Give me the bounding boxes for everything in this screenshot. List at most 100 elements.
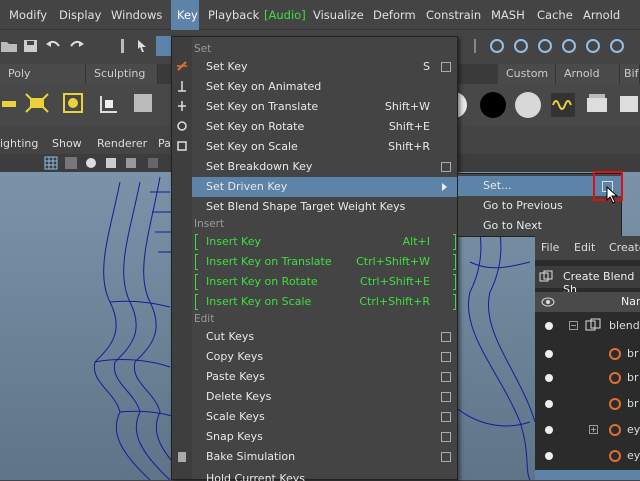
save-scene-icon[interactable] [22,38,40,54]
visibility-dot[interactable] [545,400,553,408]
snap-view-plane-icon[interactable] [560,38,578,54]
menu-arnold[interactable]: Arnold [577,0,626,30]
wireframe-toggle-icon[interactable] [44,156,58,170]
option-box-icon[interactable] [441,392,451,402]
list-item-target[interactable]: br [535,366,640,390]
menu-create[interactable]: Create [609,236,640,260]
option-box-icon[interactable] [441,62,451,72]
shelf-audio-wave-icon[interactable] [550,92,576,118]
visibility-dot[interactable] [545,426,553,434]
menu-constrain[interactable]: Constrain [420,0,487,30]
menu-item-paste-keys[interactable]: Paste Keys [192,367,457,387]
menu-modify[interactable]: Modify [3,0,53,30]
menu-cache[interactable]: Cache [531,0,579,30]
tab-poly-modeling[interactable]: Poly Modeling [0,64,86,100]
menu-item-bake-simulation[interactable]: Bake Simulation [192,447,457,467]
tab-sculpting[interactable]: Sculpting [86,64,158,84]
shelf-move-icon[interactable] [0,92,20,116]
submenu-item-go-to-next[interactable]: Go to Next [458,216,622,236]
shelf-freeze-icon[interactable] [97,92,121,116]
menu-key[interactable]: Key [171,0,199,30]
create-blend-shape-button[interactable]: Create Blend Sh [535,266,640,296]
expand-icon[interactable]: + [589,425,598,434]
list-item-blendshape[interactable]: − blend [535,314,640,338]
menu-item-set-driven-key[interactable]: Set Driven Key [192,177,457,197]
menu-item-cut-keys[interactable]: Cut Keys [192,327,457,347]
shaded-toggle-icon[interactable] [64,156,78,170]
redo-icon[interactable] [68,38,86,54]
menu-playback[interactable]: Playback [202,0,265,30]
panel-menu-panels[interactable]: Pa [158,134,171,154]
selected-row-highlight[interactable] [535,470,640,480]
option-box-icon[interactable] [441,352,451,362]
lights-toggle-icon[interactable] [104,156,118,170]
active-tool-highlight[interactable] [156,36,172,56]
shelf-delete-history-icon[interactable] [130,90,156,118]
visibility-dot[interactable] [545,374,553,382]
menu-item-label: Paste Keys [206,370,265,383]
menu-item-snap-keys[interactable]: Snap Keys [192,427,457,447]
menu-mash[interactable]: MASH [485,0,531,30]
tab-custom[interactable]: Custom [498,64,556,84]
shelf-scale-icon[interactable] [24,90,50,116]
menu-item-insert-key-rotate[interactable]: Insert Key on Rotate Ctrl+Shift+E [192,272,457,292]
tab-arnold[interactable]: Arnold [556,64,620,84]
menu-item-set-key-rotate[interactable]: Set Key on Rotate Shift+E [192,117,457,137]
menu-item-insert-key-scale[interactable]: Insert Key on Scale Ctrl+Shift+R [192,292,457,312]
menu-windows[interactable]: Windows [105,0,168,30]
menu-display[interactable]: Display [53,0,107,30]
menu-item-delete-keys[interactable]: Delete Keys [192,387,457,407]
shelf-render-sequence-icon[interactable] [585,92,609,116]
list-item-target[interactable]: ey [535,444,640,468]
option-box-icon[interactable] [441,452,451,462]
select-tool-icon[interactable] [134,38,152,54]
shelf-render-view-icon[interactable] [618,92,640,116]
shelf-shader-grey[interactable] [515,92,541,118]
list-item-target[interactable]: br [535,392,640,416]
snap-live-icon[interactable] [608,38,626,54]
menu-item-set-key[interactable]: Set Key S [192,57,457,77]
panel-menu-lighting[interactable]: ighting [0,134,38,154]
undo-icon[interactable] [44,38,62,54]
menu-item-insert-key-translate[interactable]: Insert Key on Translate Ctrl+Shift+W [192,252,457,272]
menu-item-set-breakdown-key[interactable]: Set Breakdown Key [192,157,457,177]
menu-item-set-key-translate[interactable]: Set Key on Translate Shift+W [192,97,457,117]
textured-toggle-icon[interactable] [84,156,98,170]
option-box-icon[interactable] [441,432,451,442]
shelf-center-pivot-icon[interactable] [60,90,86,116]
xray-toggle-icon[interactable] [146,156,160,170]
snap-surface-icon[interactable] [584,38,602,54]
menu-audio[interactable]: [Audio] [258,0,312,30]
collapse-icon[interactable]: − [569,321,578,330]
menu-item-set-key-scale[interactable]: Set Key on Scale Shift+R [192,137,457,157]
menu-item-set-key-animated[interactable]: Set Key on Animated [192,77,457,97]
menu-item-scale-keys[interactable]: Scale Keys [192,407,457,427]
option-box-icon[interactable] [441,332,451,342]
list-item-target[interactable]: + ey [535,418,640,442]
panel-menu-renderer[interactable]: Renderer [97,134,147,154]
tab-bifrost[interactable]: Bif [620,64,640,84]
menu-visualize[interactable]: Visualize [307,0,370,30]
list-item-target[interactable]: br [535,342,640,366]
shelf-shader-black[interactable] [480,92,506,118]
open-scene-icon[interactable] [0,38,18,54]
menu-item-insert-key[interactable]: Insert Key Alt+I [192,232,457,252]
snap-grid-icon[interactable] [488,38,506,54]
option-box-icon[interactable] [441,412,451,422]
snap-curve-icon[interactable] [512,38,530,54]
shadows-toggle-icon[interactable] [124,156,138,170]
visibility-dot[interactable] [545,350,553,358]
panel-menu-show[interactable]: Show [52,134,82,154]
menu-file[interactable]: File [541,236,559,260]
visibility-dot[interactable] [545,322,553,330]
menu-item-set-blend-shape-keys[interactable]: Set Blend Shape Target Weight Keys [192,197,457,217]
menu-edit[interactable]: Edit [574,236,595,260]
menu-item-copy-keys[interactable]: Copy Keys [192,347,457,367]
menu-audio-label: Audio [268,8,302,22]
menu-deform[interactable]: Deform [367,0,422,30]
select-hierarchy-icon[interactable] [114,38,132,54]
option-box-icon[interactable] [441,162,451,172]
visibility-dot[interactable] [545,452,553,460]
option-box-icon[interactable] [441,372,451,382]
snap-point-icon[interactable] [536,38,554,54]
